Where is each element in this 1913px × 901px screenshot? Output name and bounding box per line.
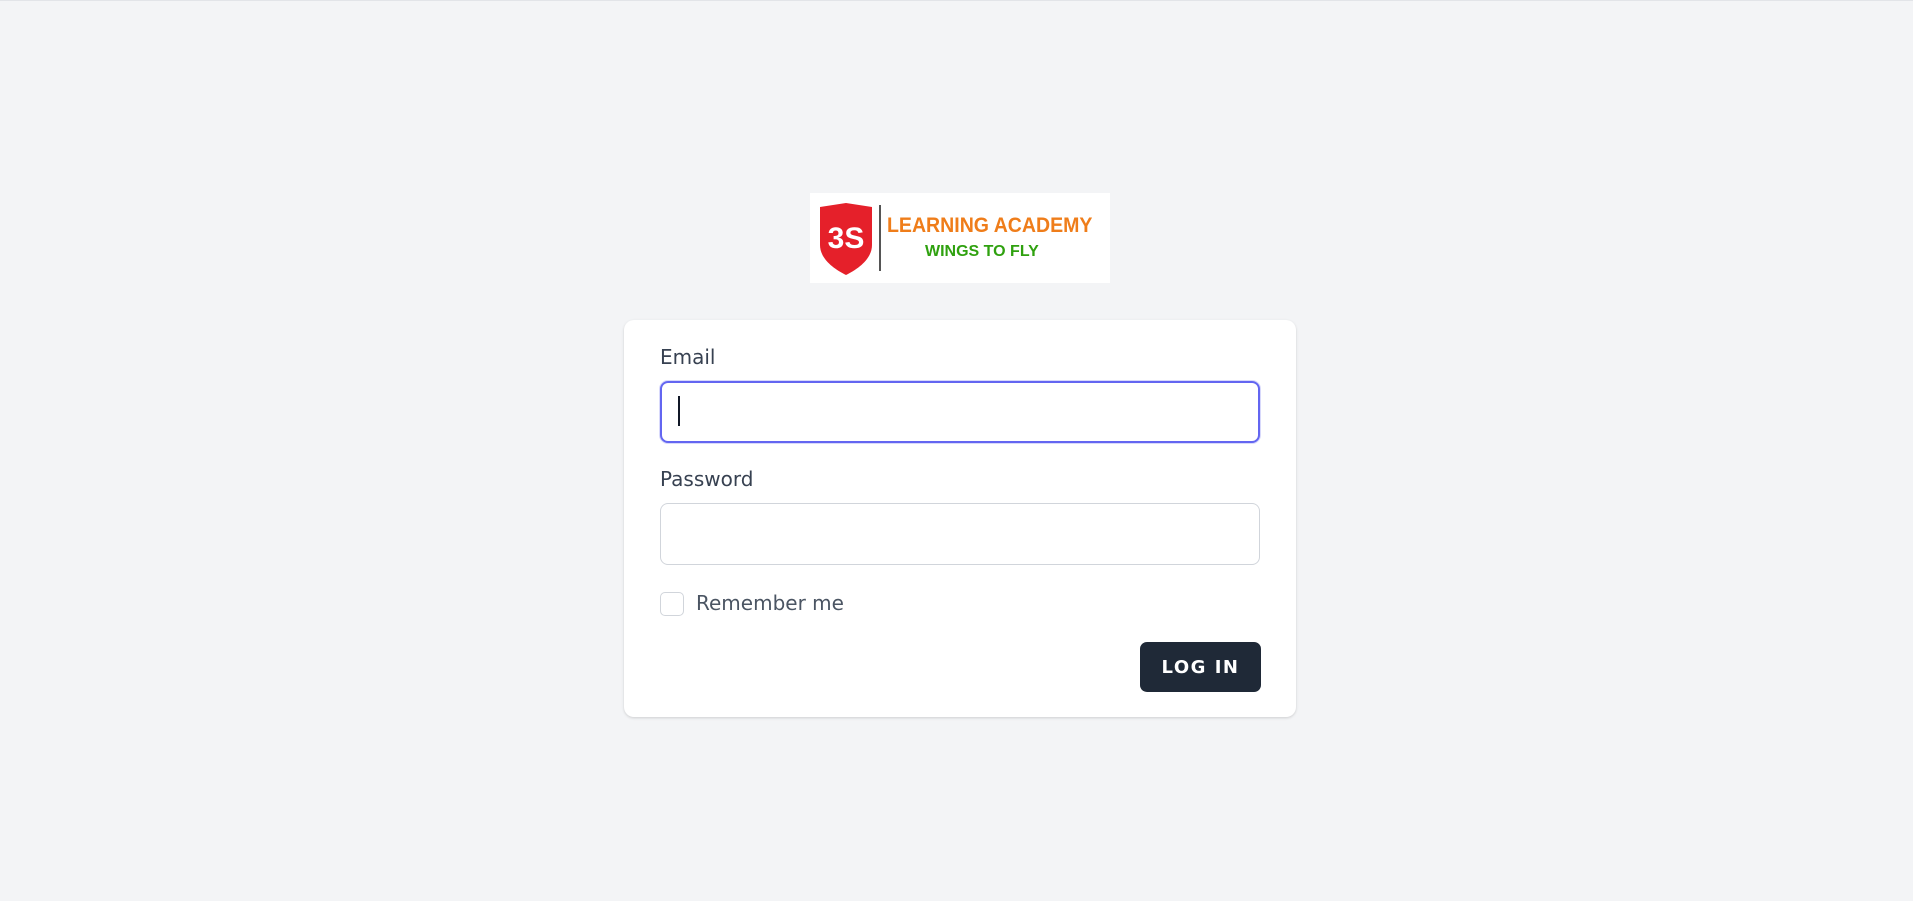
logo-divider <box>879 205 881 271</box>
email-label: Email <box>660 345 716 369</box>
logo-main-text: LEARNING ACADEMY <box>887 214 1093 237</box>
password-field[interactable] <box>660 503 1260 565</box>
shield-icon: 3S <box>820 203 872 275</box>
login-button[interactable]: LOG IN <box>1140 642 1261 692</box>
remember-me-label[interactable]: Remember me <box>696 591 844 615</box>
password-label: Password <box>660 467 754 491</box>
remember-me-checkbox[interactable] <box>660 592 684 616</box>
login-card: Email Password Remember me LOG IN <box>624 320 1296 717</box>
text-caret <box>678 396 680 426</box>
logo-tagline: WINGS TO FLY <box>925 243 1039 260</box>
email-field[interactable] <box>660 381 1260 443</box>
shield-text: 3S <box>828 222 865 255</box>
login-page: 3S LEARNING ACADEMY WINGS TO FLY Email P… <box>0 1 1913 901</box>
academy-logo: 3S LEARNING ACADEMY WINGS TO FLY <box>810 193 1110 283</box>
